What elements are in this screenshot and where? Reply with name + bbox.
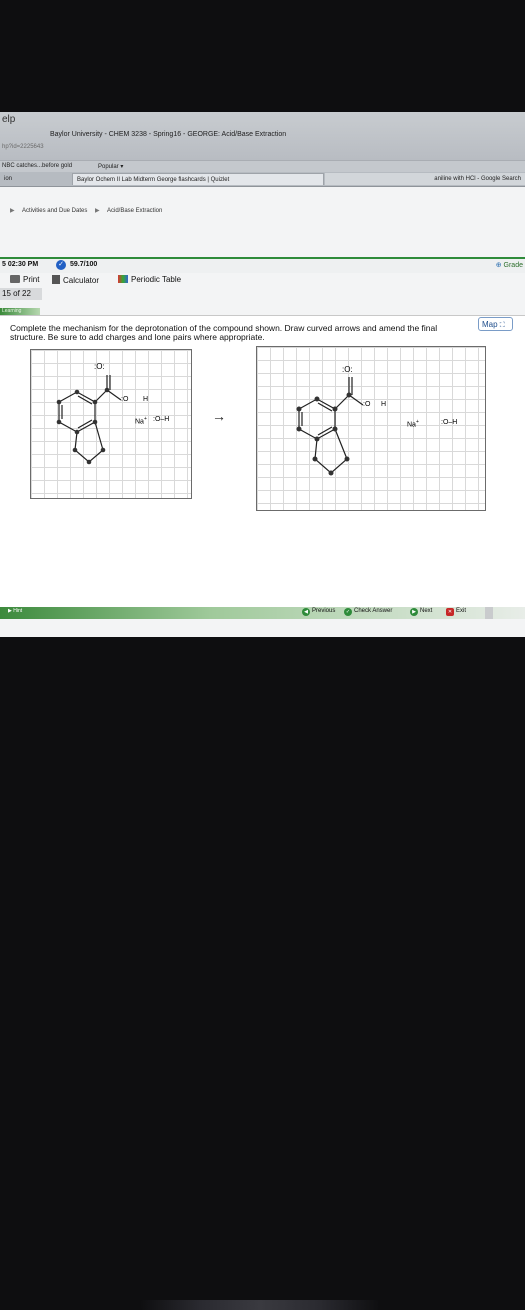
dock: [140, 1300, 380, 1310]
hydroxide-label: :O–H: [153, 416, 170, 423]
check-answer-label: Check Answer: [354, 608, 393, 614]
chevron-right-icon: ▶: [95, 208, 100, 214]
product-na-charge: +: [415, 419, 419, 425]
product-carbonyl-oxygen-label: :O:: [342, 365, 353, 374]
periodic-table-icon: [118, 275, 128, 283]
help-menu-fragment[interactable]: elp: [2, 114, 15, 125]
bookmark-popular[interactable]: Popular ▾: [98, 163, 123, 170]
breadcrumb-activities[interactable]: Activities and Due Dates: [22, 208, 87, 214]
browser-title-area: elp Baylor University - CHEM 3238 - Spri…: [0, 112, 525, 160]
time-remaining: 5 02:30 PM: [2, 261, 39, 268]
bookmark-nbc[interactable]: NBC catches...before gold: [2, 163, 72, 169]
arrow-right-icon: ▶: [410, 608, 418, 616]
arrow-left-icon: ◀: [302, 608, 310, 616]
question-footer: ▶ Hint ◀ Previous ✓ Check Answer ▶ Next ✕ Ex…: [0, 607, 525, 619]
map-button[interactable]: Map ⛶: [478, 317, 513, 331]
exit-icon: ✕: [446, 608, 454, 616]
breadcrumb: ▶ Activities and Due Dates ▶ Acid/Base E…: [4, 207, 162, 214]
product-sodium-label: Na+: [407, 419, 419, 428]
product-na-text: Na: [407, 421, 416, 429]
tab-left[interactable]: ion: [0, 173, 70, 185]
calculator-button[interactable]: Calculator: [52, 275, 99, 285]
drawing-panel-start[interactable]: :O: :O H Na+ :O–H: [30, 349, 192, 499]
molecule-product: [296, 377, 364, 476]
monitor-screen: elp Baylor University - CHEM 3238 - Spri…: [0, 112, 525, 637]
exit-label: Exit: [456, 608, 467, 614]
sodium-label: Na+: [135, 416, 147, 425]
hydroxyl-oxygen-label: :O: [121, 396, 129, 403]
print-button[interactable]: Print: [10, 275, 39, 284]
drawing-panel-product[interactable]: :O: :O H Na+ :O–H: [256, 346, 486, 511]
periodic-table-button[interactable]: Periodic Table: [118, 275, 181, 284]
question-panel: Complete the mechanism for the deprotona…: [0, 315, 525, 616]
next-button[interactable]: ▶ Next: [410, 608, 432, 616]
next-label: Next: [420, 608, 433, 614]
check-answer-button[interactable]: ✓ Check Answer: [344, 608, 392, 616]
grade-link[interactable]: ⊕ Grade: [496, 261, 523, 269]
chevron-right-icon: ▶: [10, 208, 15, 214]
url-fragment[interactable]: hp?id=2225643: [2, 144, 44, 150]
tab-quizlet[interactable]: Baylor Ochem II Lab Midterm George flash…: [72, 173, 324, 185]
tab-row: ion Baylor Ochem II Lab Midterm George f…: [0, 172, 525, 187]
product-hydroxide-label: :O–H: [441, 419, 458, 426]
status-bar: 5 02:30 PM ✓ 59.7/100 ⊕ Grade: [0, 257, 525, 273]
product-h-label: H: [381, 401, 387, 408]
product-hydroxyl-oxygen-label: :O: [363, 401, 371, 408]
monitor-bezel: [0, 640, 525, 1310]
previous-button[interactable]: ◀ Previous: [302, 608, 335, 616]
question-progress: 15 of 22: [0, 288, 42, 300]
hint-label: Hint: [13, 608, 23, 614]
acidic-h-label: H: [143, 396, 149, 403]
question-text: Complete the mechanism for the deprotona…: [10, 323, 438, 342]
scrollbar[interactable]: [485, 607, 493, 619]
printer-icon: [10, 275, 20, 283]
exit-button[interactable]: ✕ Exit: [446, 608, 466, 616]
toolbar: Print Calculator Periodic Table: [0, 273, 525, 287]
tab-google-search[interactable]: aniline with HCl - Google Search: [325, 173, 525, 185]
check-icon: ✓: [344, 608, 352, 616]
learning-tag: Learning: [0, 308, 40, 315]
calculator-label: Calculator: [63, 276, 100, 285]
na-text: Na: [135, 418, 144, 426]
score-value: 59.7/100: [70, 261, 98, 268]
map-icon: ⛶: [499, 322, 505, 329]
calculator-icon: [52, 275, 60, 284]
map-label: Map: [482, 320, 498, 329]
grade-icon: ⊕: [495, 262, 502, 269]
periodic-table-label: Periodic Table: [131, 275, 182, 284]
window-title: Baylor University - CHEM 3238 - Spring16…: [50, 131, 287, 138]
grade-label: Grade: [503, 262, 523, 269]
web-page: ▶ Activities and Due Dates ▶ Acid/Base E…: [0, 187, 525, 637]
hint-button[interactable]: ▶ Hint: [8, 608, 22, 614]
molecule-start: [56, 375, 122, 465]
print-label: Print: [23, 275, 40, 284]
carbonyl-oxygen-label: :O:: [94, 362, 105, 371]
score-icon: ✓: [56, 260, 66, 270]
previous-label: Previous: [312, 608, 336, 614]
breadcrumb-acid-base[interactable]: Acid/Base Extraction: [107, 208, 162, 214]
reaction-arrow-icon: →: [212, 408, 226, 424]
na-charge: +: [143, 416, 147, 422]
